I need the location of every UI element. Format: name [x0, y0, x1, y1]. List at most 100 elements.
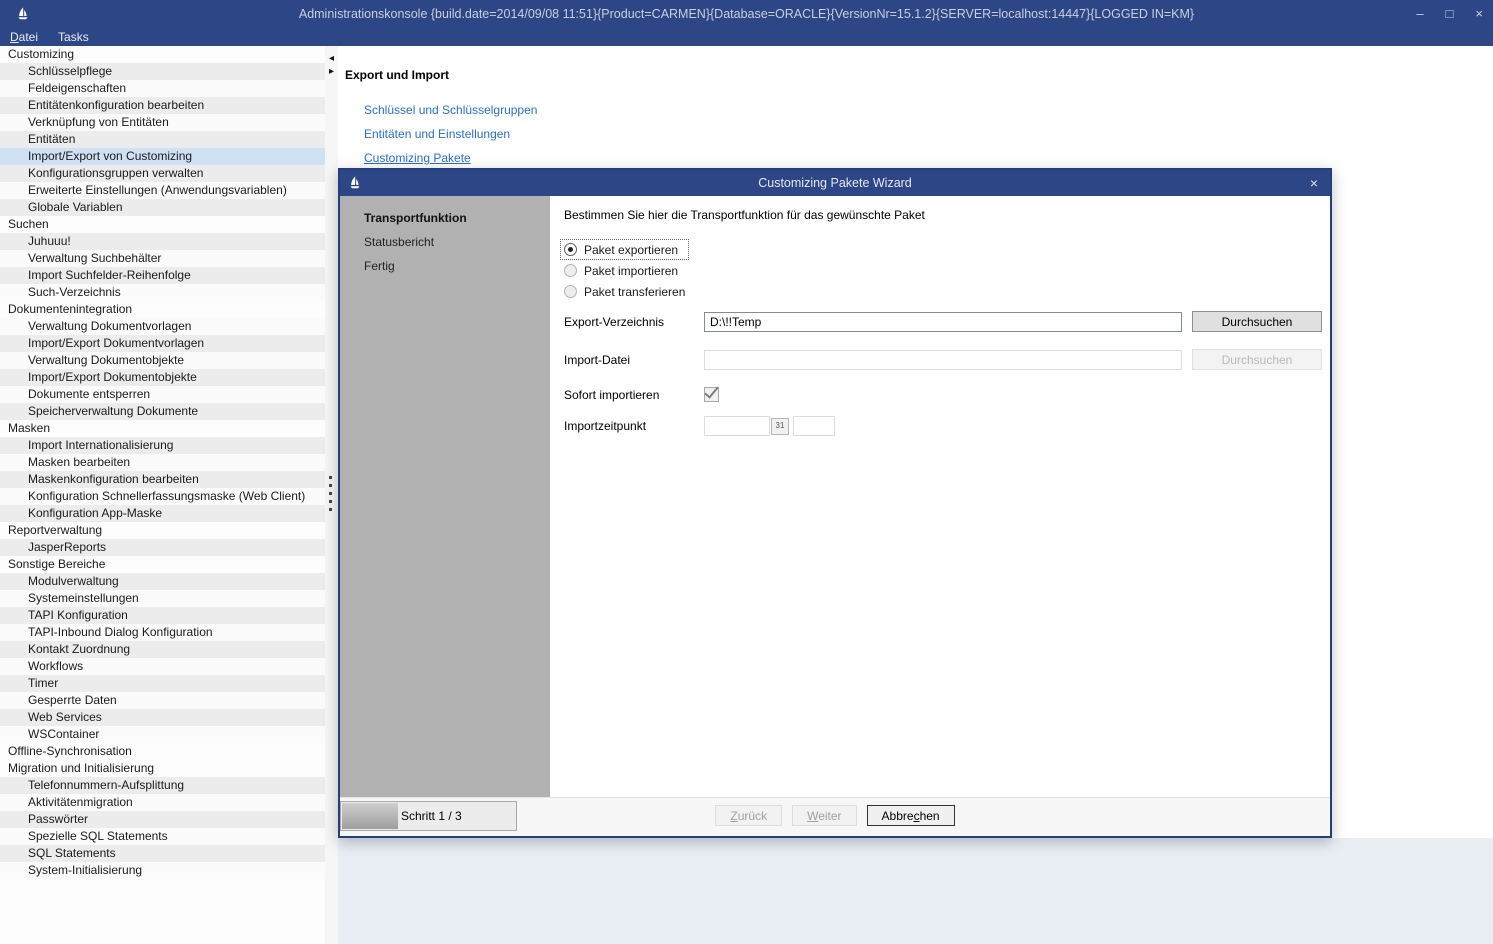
- import-file-browse-button: Durchsuchen: [1192, 349, 1322, 370]
- close-icon[interactable]: ×: [1475, 0, 1483, 28]
- window-title: Administrationskonsole {build.date=2014/…: [0, 7, 1493, 21]
- import-file-input: [704, 350, 1182, 370]
- sidebar-item[interactable]: Such-Verzeichnis: [0, 284, 325, 301]
- window-controls: – □ ×: [1416, 0, 1483, 28]
- transport-radio-option[interactable]: Paket exportieren: [560, 239, 689, 260]
- sidebar-item[interactable]: Passwörter: [0, 811, 325, 828]
- maximize-icon[interactable]: □: [1446, 0, 1454, 28]
- splitter[interactable]: ◂▸: [325, 46, 338, 944]
- wizard-dialog: Customizing Pakete Wizard × Transportfun…: [338, 168, 1332, 838]
- sidebar-item[interactable]: Import Internationalisierung: [0, 437, 325, 454]
- sidebar-section-header[interactable]: Sonstige Bereiche: [0, 556, 325, 573]
- sidebar-item[interactable]: Erweiterte Einstellungen (Anwendungsvari…: [0, 182, 325, 199]
- sidebar-item[interactable]: Juhuuu!: [0, 233, 325, 250]
- radio-icon: [564, 285, 577, 298]
- sidebar-item[interactable]: Import/Export Dokumentobjekte: [0, 369, 325, 386]
- transport-radio-option[interactable]: Paket transferieren: [564, 281, 685, 302]
- sidebar-item[interactable]: Entitätenkonfiguration bearbeiten: [0, 97, 325, 114]
- sidebar-section-header[interactable]: Reportverwaltung: [0, 522, 325, 539]
- sidebar-item[interactable]: Timer: [0, 675, 325, 692]
- sidebar-item[interactable]: TAPI-Inbound Dialog Konfiguration: [0, 624, 325, 641]
- import-time-row: Importzeitpunkt 31: [564, 416, 1330, 436]
- sidebar-item[interactable]: Aktivitätenmigration: [0, 794, 325, 811]
- import-now-checkbox[interactable]: [704, 387, 719, 402]
- import-time-label: Importzeitpunkt: [564, 419, 704, 433]
- sidebar-item[interactable]: System-Initialisierung: [0, 862, 325, 879]
- import-hour-input: [793, 416, 835, 436]
- sidebar-item[interactable]: Entitäten: [0, 131, 325, 148]
- sidebar-item[interactable]: Spezielle SQL Statements: [0, 828, 325, 845]
- dialog-close-icon[interactable]: ×: [1310, 170, 1318, 196]
- import-now-label: Sofort importieren: [564, 388, 704, 402]
- sidebar-item[interactable]: Workflows: [0, 658, 325, 675]
- wizard-step: Statusbericht: [340, 230, 550, 254]
- sidebar-item[interactable]: Globale Variablen: [0, 199, 325, 216]
- sidebar-item[interactable]: Konfiguration Schnellerfassungsmaske (We…: [0, 488, 325, 505]
- dialog-titlebar: Customizing Pakete Wizard ×: [340, 170, 1330, 196]
- dialog-title: Customizing Pakete Wizard: [340, 176, 1330, 190]
- sidebar-item[interactable]: Konfiguration App-Maske: [0, 505, 325, 522]
- menu-item[interactable]: Tasks: [58, 30, 89, 44]
- sidebar-item[interactable]: Gesperrte Daten: [0, 692, 325, 709]
- sidebar-item[interactable]: WSContainer: [0, 726, 325, 743]
- sidebar-item[interactable]: Modulverwaltung: [0, 573, 325, 590]
- sidebar-section-header[interactable]: Masken: [0, 420, 325, 437]
- sidebar-section-header[interactable]: Suchen: [0, 216, 325, 233]
- expand-right-icon[interactable]: ▸: [327, 65, 336, 78]
- export-dir-row: Export-Verzeichnis Durchsuchen: [564, 311, 1330, 332]
- sidebar-item[interactable]: Speicherverwaltung Dokumente: [0, 403, 325, 420]
- titlebar: Administrationskonsole {build.date=2014/…: [0, 0, 1493, 28]
- sidebar-item[interactable]: Maskenkonfiguration bearbeiten: [0, 471, 325, 488]
- radio-label: Paket transferieren: [584, 285, 685, 299]
- content-link[interactable]: Schlüssel und Schlüsselgruppen: [364, 98, 537, 122]
- sidebar-item[interactable]: Web Services: [0, 709, 325, 726]
- transport-radio-option[interactable]: Paket importieren: [564, 260, 678, 281]
- cancel-button[interactable]: Abbrechen: [867, 805, 955, 826]
- sidebar-item[interactable]: JasperReports: [0, 539, 325, 556]
- content-link[interactable]: Entitäten und Einstellungen: [364, 122, 510, 146]
- wizard-steps-panel: TransportfunktionStatusberichtFertig: [340, 196, 550, 798]
- sidebar-item[interactable]: Schlüsselpflege: [0, 63, 325, 80]
- sidebar-section-header[interactable]: Offline-Synchronisation: [0, 743, 325, 760]
- radio-icon: [564, 264, 577, 277]
- collapse-left-icon[interactable]: ◂: [327, 52, 336, 65]
- import-file-row: Import-Datei Durchsuchen: [564, 349, 1330, 370]
- radio-icon: [564, 243, 577, 256]
- sidebar-item[interactable]: TAPI Konfiguration: [0, 607, 325, 624]
- menu-item[interactable]: Datei: [10, 30, 38, 44]
- sidebar-item[interactable]: Import/Export Dokumentvorlagen: [0, 335, 325, 352]
- footer-buttons: ZurückWeiterAbbrechen: [340, 805, 1330, 826]
- content-links: Schlüssel und SchlüsselgruppenEntitäten …: [364, 98, 1493, 170]
- sidebar-item[interactable]: Masken bearbeiten: [0, 454, 325, 471]
- sidebar-item[interactable]: Konfigurationsgruppen verwalten: [0, 165, 325, 182]
- wizard-footer: Schritt 1 / 3 ZurückWeiterAbbrechen: [340, 797, 1330, 836]
- wizard-content: Bestimmen Sie hier die Transportfunktion…: [550, 196, 1330, 798]
- sidebar-item[interactable]: Kontakt Zuordnung: [0, 641, 325, 658]
- sidebar-item[interactable]: Verwaltung Dokumentvorlagen: [0, 318, 325, 335]
- wizard-step: Transportfunktion: [340, 206, 550, 230]
- export-dir-input[interactable]: [704, 312, 1182, 332]
- sidebar-item[interactable]: Verknüpfung von Entitäten: [0, 114, 325, 131]
- sidebar-item[interactable]: Systemeinstellungen: [0, 590, 325, 607]
- calendar-picker-icon: 31: [771, 418, 789, 435]
- sidebar-item[interactable]: Import/Export von Customizing: [0, 148, 325, 165]
- export-dir-browse-button[interactable]: Durchsuchen: [1192, 311, 1322, 332]
- import-file-label: Import-Datei: [564, 353, 704, 367]
- content-link[interactable]: Customizing Pakete: [364, 146, 471, 170]
- sidebar-item[interactable]: Dokumente entsperren: [0, 386, 325, 403]
- sidebar-item[interactable]: SQL Statements: [0, 845, 325, 862]
- minimize-icon[interactable]: –: [1416, 0, 1423, 28]
- sidebar-section-header[interactable]: Customizing: [0, 46, 325, 63]
- sidebar-item[interactable]: Telefonnummern-Aufsplittung: [0, 777, 325, 794]
- sidebar-item[interactable]: Import Suchfelder-Reihenfolge: [0, 267, 325, 284]
- sidebar-item[interactable]: Verwaltung Dokumentobjekte: [0, 352, 325, 369]
- import-date-input: [704, 416, 770, 436]
- sidebar-item[interactable]: Verwaltung Suchbehälter: [0, 250, 325, 267]
- sidebar-section-header[interactable]: Migration und Initialisierung: [0, 760, 325, 777]
- sidebar-section-header[interactable]: Dokumentenintegration: [0, 301, 325, 318]
- sidebar-item[interactable]: Feldeigenschaften: [0, 80, 325, 97]
- splitter-chevrons[interactable]: ◂▸: [327, 52, 336, 78]
- splitter-grip-icon[interactable]: [329, 476, 332, 511]
- wizard-step: Fertig: [340, 254, 550, 278]
- import-now-row: Sofort importieren: [564, 387, 1330, 402]
